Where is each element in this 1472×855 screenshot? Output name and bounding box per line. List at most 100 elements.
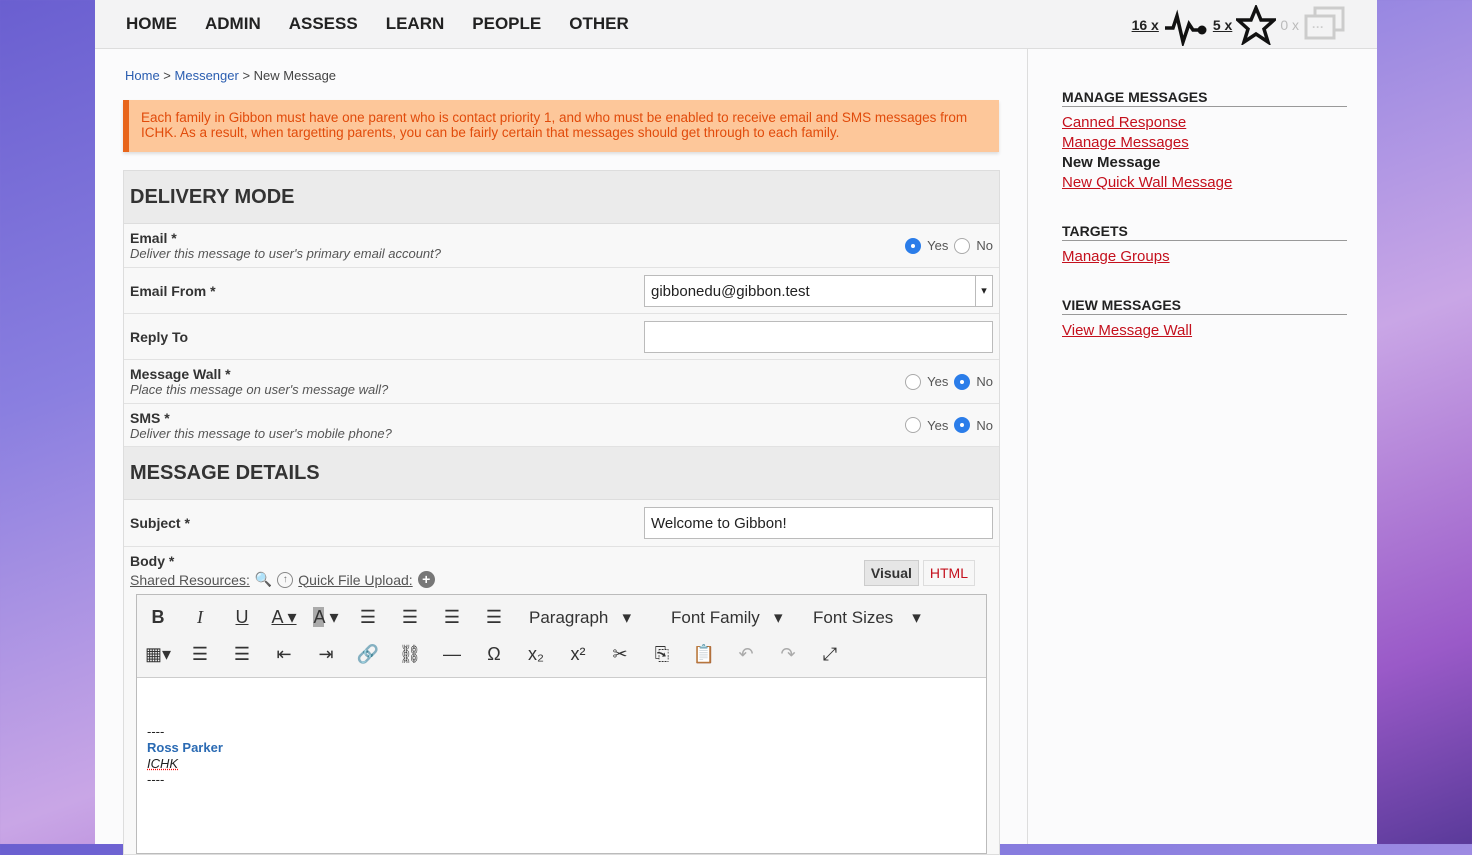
sidebar-group-manage-messages: MANAGE MESSAGES Canned Response Manage M… xyxy=(1062,89,1347,193)
email-from-select[interactable]: gibbonedu@gibbon.test xyxy=(644,274,993,307)
breadcrumb-messenger[interactable]: Messenger xyxy=(175,68,239,83)
signature-name: Ross Parker xyxy=(147,740,223,755)
paragraph-dropdown[interactable]: Paragraph ▾ xyxy=(515,608,657,628)
breadcrumb-home[interactable]: Home xyxy=(125,68,160,83)
tab-html[interactable]: HTML xyxy=(922,560,975,586)
breadcrumb-sep: > xyxy=(159,68,175,83)
undo-icon[interactable]: ↶ xyxy=(725,644,767,665)
reply-to-input[interactable] xyxy=(644,320,993,353)
editor-toolbar: B I U A ▾ A ▾ ☰ ☰ ☰ ☰ Paragraph ▾ Font F… xyxy=(137,595,986,678)
messages-count[interactable]: 0 x xyxy=(1280,17,1299,33)
email-label: Email * xyxy=(130,230,177,246)
row-sms: SMS * Deliver this message to user's mob… xyxy=(124,404,999,447)
sms-desc: Deliver this message to user's mobile ph… xyxy=(130,426,392,441)
subscript-icon[interactable]: x₂ xyxy=(515,644,557,665)
sidebar-item-new-quick-wall-message[interactable]: New Quick Wall Message xyxy=(1062,173,1347,193)
svg-text:···: ··· xyxy=(1312,20,1324,34)
indent-icon[interactable]: ⇥ xyxy=(305,644,347,665)
sidebar-group-targets: TARGETS Manage Groups xyxy=(1062,223,1347,267)
sms-no-radio[interactable] xyxy=(954,417,971,433)
add-icon[interactable]: + xyxy=(417,571,435,588)
nav-people[interactable]: PEOPLE xyxy=(472,14,541,34)
special-character-icon[interactable]: Ω xyxy=(473,644,515,665)
subject-label: Subject * xyxy=(130,515,190,531)
email-yes-radio[interactable] xyxy=(905,237,922,254)
nav-other[interactable]: OTHER xyxy=(569,14,629,34)
align-right-icon[interactable]: ☰ xyxy=(431,607,473,628)
sidebar-item-new-message[interactable]: New Message xyxy=(1062,153,1347,173)
copy-icon[interactable]: ⎘ xyxy=(641,644,683,665)
upload-icon[interactable]: ↑ xyxy=(277,571,294,588)
italic-icon[interactable]: I xyxy=(179,607,221,628)
align-justify-icon[interactable]: ☰ xyxy=(473,607,515,628)
section-message-details: MESSAGE DETAILS xyxy=(124,447,999,500)
sidebar: MANAGE MESSAGES Canned Response Manage M… xyxy=(1027,49,1377,844)
page: HOME ADMIN ASSESS LEARN PEOPLE OTHER 16 … xyxy=(95,0,1377,855)
fullscreen-icon[interactable]: ⤢ xyxy=(809,644,851,665)
email-no-radio[interactable] xyxy=(954,237,971,254)
nav-home[interactable]: HOME xyxy=(126,14,177,34)
search-icon[interactable]: 🔍 xyxy=(255,571,272,588)
wall-desc: Place this message on user's message wal… xyxy=(130,382,389,397)
warning-message: Each family in Gibbon must have one pare… xyxy=(123,100,999,152)
row-email-from: Email From * gibbonedu@gibbon.test xyxy=(124,268,999,314)
no-label: No xyxy=(976,374,993,389)
unlink-icon[interactable]: ⛓ xyxy=(389,644,431,665)
font-family-label: Font Family xyxy=(671,607,760,627)
redo-icon[interactable]: ↷ xyxy=(767,644,809,665)
underline-icon[interactable]: U xyxy=(221,607,263,628)
wall-label: Message Wall * xyxy=(130,366,231,382)
likes-count[interactable]: 16 x xyxy=(1132,17,1159,33)
bullet-list-icon[interactable]: ☰ xyxy=(179,644,221,665)
wall-no-radio[interactable] xyxy=(954,373,971,390)
nav-admin[interactable]: ADMIN xyxy=(205,14,261,34)
email-from-label: Email From * xyxy=(130,283,216,299)
sidebar-item-canned-response[interactable]: Canned Response xyxy=(1062,113,1347,133)
paste-icon[interactable]: 📋 xyxy=(683,644,725,665)
sidebar-group-view-messages: VIEW MESSAGES View Message Wall xyxy=(1062,297,1347,341)
pulse-icon[interactable] xyxy=(1163,4,1209,46)
reply-to-label: Reply To xyxy=(130,329,189,345)
text-color-icon[interactable]: A ▾ xyxy=(263,607,305,628)
main-nav: HOME ADMIN ASSESS LEARN PEOPLE OTHER xyxy=(126,14,629,34)
quick-file-upload-link[interactable]: Quick File Upload: xyxy=(298,572,412,588)
breadcrumb-current: New Message xyxy=(253,68,337,83)
font-sizes-dropdown[interactable]: Font Sizes ▾ xyxy=(799,608,941,628)
no-label: No xyxy=(976,238,993,253)
row-subject: Subject * Welcome to Gibbon! xyxy=(124,500,999,547)
rich-text-editor: B I U A ▾ A ▾ ☰ ☰ ☰ ☰ Paragraph ▾ Font F… xyxy=(136,594,987,854)
no-label: No xyxy=(976,417,993,433)
table-icon[interactable]: ▦▾ xyxy=(137,644,179,665)
yes-label: Yes xyxy=(927,417,949,433)
stars-count[interactable]: 5 x xyxy=(1213,17,1232,33)
cut-icon[interactable]: ✂ xyxy=(599,644,641,665)
row-body: Body * Shared Resources: 🔍 ↑ Quick File … xyxy=(124,547,999,854)
sidebar-item-view-message-wall[interactable]: View Message Wall xyxy=(1062,321,1347,341)
tab-visual[interactable]: Visual xyxy=(863,560,919,586)
horizontal-rule-icon[interactable]: — xyxy=(431,644,473,665)
sidebar-item-manage-messages[interactable]: Manage Messages xyxy=(1062,133,1347,153)
bold-icon[interactable]: B xyxy=(137,607,179,628)
star-icon[interactable] xyxy=(1236,5,1277,45)
background-color-icon[interactable]: A ▾ xyxy=(305,607,347,628)
nav-learn[interactable]: LEARN xyxy=(386,14,445,34)
chat-icon[interactable]: ··· xyxy=(1303,4,1347,46)
link-icon[interactable]: 🔗 xyxy=(347,644,389,665)
wall-yes-radio[interactable] xyxy=(905,373,922,390)
subject-input[interactable]: Welcome to Gibbon! xyxy=(644,507,993,539)
align-left-icon[interactable]: ☰ xyxy=(347,607,389,628)
superscript-icon[interactable]: x² xyxy=(557,644,599,665)
yes-label: Yes xyxy=(927,374,949,389)
sms-yes-radio[interactable] xyxy=(905,417,922,433)
font-sizes-label: Font Sizes xyxy=(813,607,894,627)
notification-tray: 16 x 5 x 0 x ··· xyxy=(1132,4,1347,46)
sidebar-item-manage-groups[interactable]: Manage Groups xyxy=(1062,247,1347,267)
shared-resources-link[interactable]: Shared Resources: xyxy=(130,572,250,588)
numbered-list-icon[interactable]: ☰ xyxy=(221,644,263,665)
nav-assess[interactable]: ASSESS xyxy=(289,14,358,34)
editor-content[interactable]: ---- Ross Parker ICHK ---- xyxy=(137,678,986,788)
outdent-icon[interactable]: ⇤ xyxy=(263,644,305,665)
signature-org: ICHK xyxy=(147,756,179,771)
align-center-icon[interactable]: ☰ xyxy=(389,607,431,628)
font-family-dropdown[interactable]: Font Family ▾ xyxy=(657,608,799,628)
